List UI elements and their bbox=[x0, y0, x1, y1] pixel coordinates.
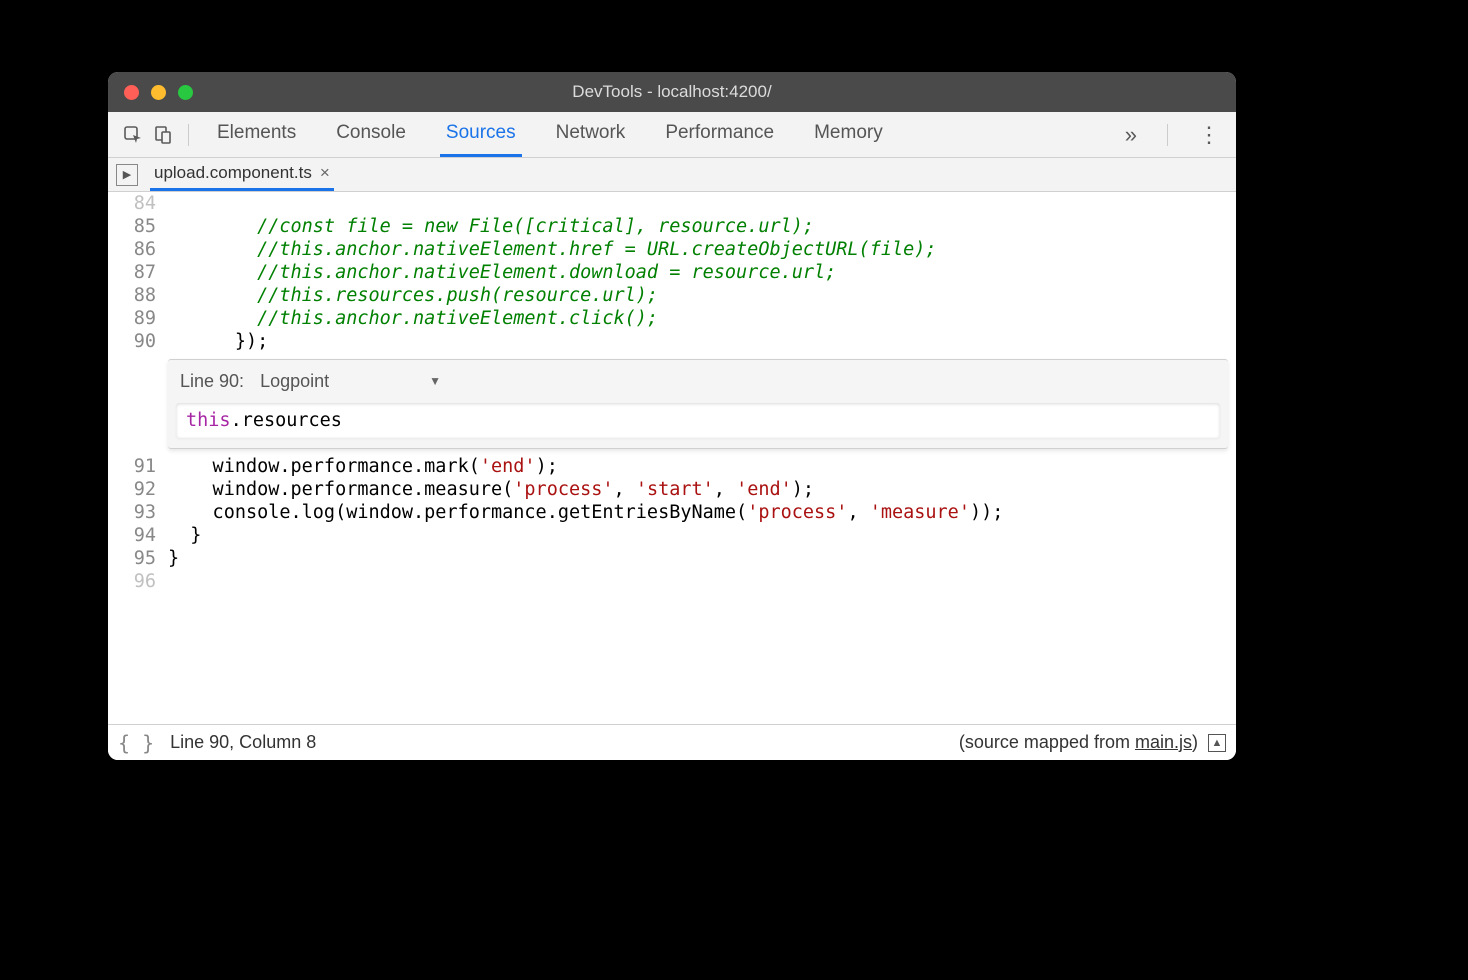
tab-label: Memory bbox=[814, 122, 883, 144]
window-title: DevTools - localhost:4200/ bbox=[108, 82, 1236, 102]
devtools-window: DevTools - localhost:4200/ Elements Cons… bbox=[108, 72, 1236, 760]
code-line[interactable]: } bbox=[168, 547, 1236, 570]
line-number[interactable]: 84 bbox=[108, 192, 156, 215]
source-map-link[interactable]: main.js bbox=[1135, 732, 1192, 752]
tab-label: Performance bbox=[665, 122, 774, 144]
line-number[interactable]: 88 bbox=[108, 284, 156, 307]
line-number[interactable]: 86 bbox=[108, 238, 156, 261]
code-lines[interactable]: window.performance.mark('end'); window.p… bbox=[162, 455, 1236, 593]
code-line[interactable]: window.performance.mark('end'); bbox=[168, 455, 1236, 478]
file-tab[interactable]: upload.component.ts × bbox=[150, 158, 334, 191]
line-number[interactable]: 89 bbox=[108, 307, 156, 330]
breakpoint-editor-header: Line 90: Logpoint ▼ bbox=[176, 366, 1220, 403]
line-number[interactable]: 94 bbox=[108, 524, 156, 547]
line-number[interactable]: 90 bbox=[108, 330, 156, 353]
close-window-icon[interactable] bbox=[124, 85, 139, 100]
devtools-toolbar: Elements Console Sources Network Perform… bbox=[108, 112, 1236, 158]
tab-elements[interactable]: Elements bbox=[211, 112, 302, 157]
tab-label: Console bbox=[336, 122, 406, 144]
minimize-window-icon[interactable] bbox=[151, 85, 166, 100]
source-map-info: (source mapped from main.js) bbox=[959, 732, 1198, 753]
code-line[interactable] bbox=[168, 192, 1236, 215]
code-line[interactable] bbox=[168, 570, 1236, 593]
navigator-toggle-icon[interactable]: ▶ bbox=[116, 164, 138, 186]
tab-console[interactable]: Console bbox=[330, 112, 412, 157]
tab-network[interactable]: Network bbox=[550, 112, 632, 157]
more-tabs-icon[interactable]: » bbox=[1119, 122, 1143, 148]
pretty-print-icon[interactable]: { } bbox=[118, 731, 154, 755]
tab-label: Elements bbox=[217, 122, 296, 144]
code-line[interactable]: //this.resources.push(resource.url); bbox=[168, 284, 1236, 307]
file-tab-close-icon[interactable]: × bbox=[320, 163, 330, 183]
gutter[interactable]: 919293949596 bbox=[108, 455, 162, 593]
line-number[interactable]: 85 bbox=[108, 215, 156, 238]
toolbar-separator bbox=[188, 124, 189, 146]
panel-tabs: Elements Console Sources Network Perform… bbox=[211, 112, 889, 157]
line-number[interactable]: 91 bbox=[108, 455, 156, 478]
file-tab-name: upload.component.ts bbox=[154, 163, 312, 183]
code-line[interactable]: window.performance.measure('process', 's… bbox=[168, 478, 1236, 501]
line-number[interactable]: 95 bbox=[108, 547, 156, 570]
breakpoint-line-label: Line 90: bbox=[180, 370, 244, 393]
debugger-panel-toggle-icon[interactable]: ▲ bbox=[1208, 734, 1226, 752]
code-before-breakpoint: 84858687888990 //const file = new File([… bbox=[108, 192, 1236, 353]
cursor-position: Line 90, Column 8 bbox=[170, 732, 316, 753]
code-line[interactable]: //this.anchor.nativeElement.download = r… bbox=[168, 261, 1236, 284]
line-number[interactable]: 87 bbox=[108, 261, 156, 284]
zoom-window-icon[interactable] bbox=[178, 85, 193, 100]
settings-kebab-icon[interactable]: ⋮ bbox=[1192, 122, 1226, 148]
traffic-lights bbox=[124, 85, 193, 100]
chevron-down-icon: ▼ bbox=[429, 370, 441, 393]
breakpoint-type-value: Logpoint bbox=[260, 370, 329, 393]
breakpoint-expression-input[interactable]: this.resources bbox=[176, 403, 1220, 438]
gutter[interactable]: 84858687888990 bbox=[108, 192, 162, 353]
breakpoint-editor: Line 90: Logpoint ▼ this.resources bbox=[168, 359, 1228, 449]
inspect-element-icon[interactable] bbox=[118, 120, 148, 150]
code-after-breakpoint: 919293949596 window.performance.mark('en… bbox=[108, 455, 1236, 593]
file-tab-bar: ▶ upload.component.ts × bbox=[108, 158, 1236, 192]
line-number[interactable]: 93 bbox=[108, 501, 156, 524]
code-line[interactable]: }); bbox=[168, 330, 1236, 353]
code-line[interactable]: console.log(window.performance.getEntrie… bbox=[168, 501, 1236, 524]
code-line[interactable]: } bbox=[168, 524, 1236, 547]
toolbar-separator bbox=[1167, 124, 1168, 146]
code-line[interactable]: //const file = new File([critical], reso… bbox=[168, 215, 1236, 238]
status-bar: { } Line 90, Column 8 (source mapped fro… bbox=[108, 724, 1236, 760]
source-editor[interactable]: 84858687888990 //const file = new File([… bbox=[108, 192, 1236, 724]
tab-label: Network bbox=[556, 122, 626, 144]
device-toolbar-icon[interactable] bbox=[148, 120, 178, 150]
tab-performance[interactable]: Performance bbox=[659, 112, 780, 157]
code-lines[interactable]: //const file = new File([critical], reso… bbox=[162, 192, 1236, 353]
line-number[interactable]: 92 bbox=[108, 478, 156, 501]
titlebar[interactable]: DevTools - localhost:4200/ bbox=[108, 72, 1236, 112]
tab-memory[interactable]: Memory bbox=[808, 112, 889, 157]
tab-sources[interactable]: Sources bbox=[440, 112, 522, 157]
code-line[interactable]: //this.anchor.nativeElement.href = URL.c… bbox=[168, 238, 1236, 261]
code-line[interactable]: //this.anchor.nativeElement.click(); bbox=[168, 307, 1236, 330]
line-number[interactable]: 96 bbox=[108, 570, 156, 593]
tab-label: Sources bbox=[446, 122, 516, 144]
breakpoint-type-select[interactable]: Logpoint ▼ bbox=[260, 370, 441, 393]
